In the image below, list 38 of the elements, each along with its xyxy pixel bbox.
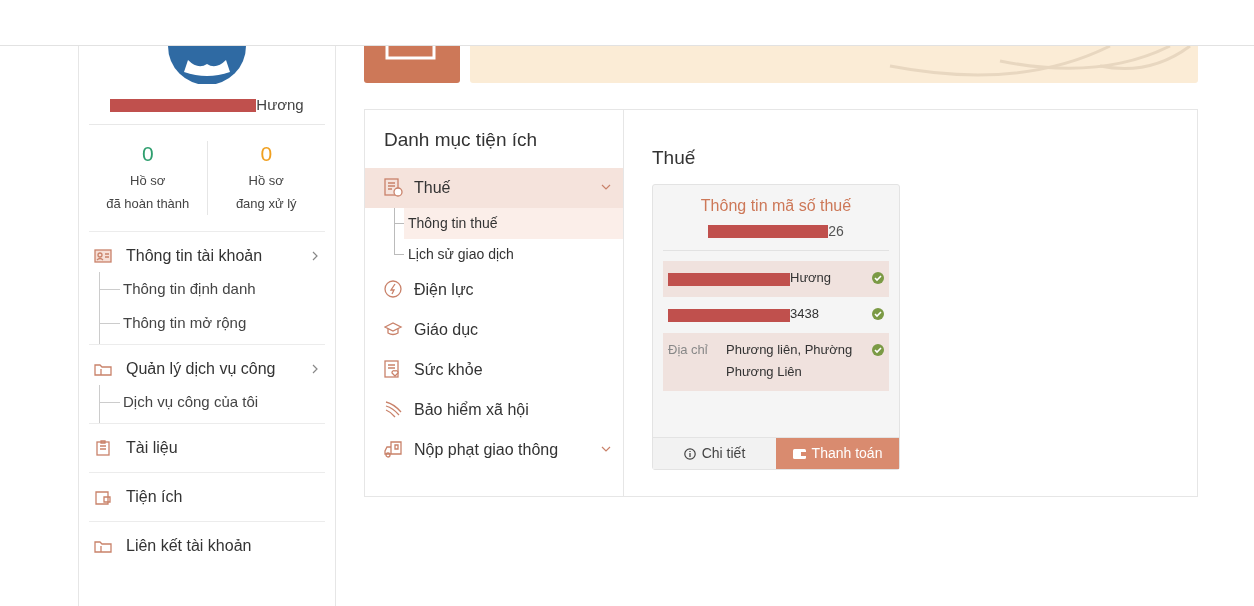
utility-item[interactable]: Sức khỏe	[365, 350, 623, 390]
sidebar-item[interactable]: Tiện ích	[89, 473, 325, 521]
utility-item[interactable]: Giáo dục	[365, 310, 623, 350]
tax-document-icon	[384, 178, 404, 198]
sidebar-item[interactable]: Thông tin tài khoản	[89, 232, 325, 280]
clipboard-icon	[94, 440, 112, 456]
avatar-icon	[168, 46, 246, 84]
card-title: Thông tin mã số thuế	[699, 196, 853, 216]
record-count: 0	[141, 141, 154, 167]
section-heading: Thuế	[652, 146, 697, 170]
record-label: Hồ sơ đang xử lý	[235, 172, 297, 213]
tax-code: 26	[828, 221, 844, 241]
sidebar-subitem[interactable]: Dịch vụ công của tôi	[123, 390, 259, 414]
sidebar-subitem[interactable]: Thông tin mở rộng	[123, 311, 247, 335]
wallet-icon	[792, 448, 806, 459]
utility-item[interactable]: Nộp phạt giao thông	[365, 430, 623, 470]
info-icon	[683, 447, 696, 460]
panel-title: Danh mục tiện ích	[383, 128, 539, 152]
field-value: Hương	[790, 269, 832, 287]
user-name: Hương	[256, 94, 304, 115]
utility-item[interactable]: Điện lực	[365, 270, 623, 310]
utility-subitem[interactable]: Thông tin thuế	[404, 208, 623, 239]
sidebar-item[interactable]: Liên kết tài khoản	[89, 522, 325, 570]
truck-icon	[384, 440, 404, 460]
id-card-icon	[94, 248, 112, 264]
sidebar-item[interactable]: Tài liệu	[89, 424, 325, 472]
field-value: 3438	[790, 305, 819, 323]
lightning-circle-icon	[384, 280, 404, 300]
wallet-icon	[94, 489, 112, 505]
utility-subitem[interactable]: Lịch sử giao dịch	[404, 239, 623, 270]
utility-item[interactable]: Thuế	[365, 168, 623, 208]
record-label: Hồ sơ đã hoàn thành	[106, 172, 190, 213]
utility-item[interactable]: Bảo hiểm xã hội	[365, 390, 623, 430]
field-label: Địa chỉ	[668, 341, 709, 359]
sidebar-item[interactable]: Quản lý dịch vụ công	[89, 345, 325, 393]
sidebar-subitem[interactable]: Thông tin định danh	[123, 277, 256, 301]
field-value: Phương liên, Phường Phương Liên	[726, 341, 854, 381]
record-count: 0	[260, 141, 273, 167]
